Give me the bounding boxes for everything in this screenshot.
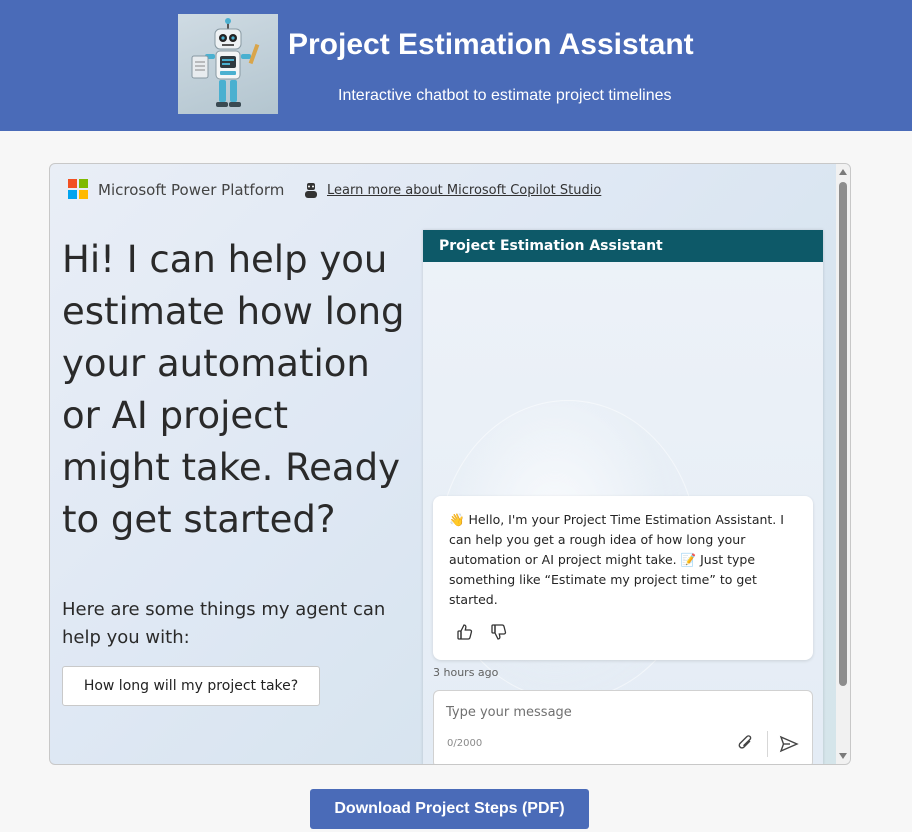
- message-composer: Type your message 0/2000: [433, 690, 813, 764]
- page-title: Project Estimation Assistant: [288, 28, 694, 61]
- frame-scrollbar[interactable]: [836, 164, 850, 764]
- chat-header-title: Project Estimation Assistant: [423, 230, 823, 262]
- paperclip-icon[interactable]: [737, 734, 755, 754]
- composer-divider: [767, 731, 768, 757]
- scroll-up-arrow-icon[interactable]: [839, 169, 847, 175]
- bot-message-text: 👋 Hello, I'm your Project Time Estimatio…: [449, 512, 784, 607]
- frame-content: Microsoft Power Platform Learn more abou…: [50, 164, 836, 764]
- message-timestamp: 3 hours ago: [433, 666, 499, 679]
- thumbs-up-icon[interactable]: [455, 622, 475, 642]
- bot-message-bubble: 👋 Hello, I'm your Project Time Estimatio…: [433, 496, 813, 660]
- character-count: 0/2000: [447, 738, 483, 749]
- embedded-agent-frame: Microsoft Power Platform Learn more abou…: [49, 163, 851, 765]
- message-input[interactable]: Type your message: [446, 705, 746, 720]
- platform-name: Microsoft Power Platform: [98, 181, 285, 199]
- scrollbar-thumb[interactable]: [839, 182, 847, 686]
- robot-icon: [178, 14, 278, 114]
- send-icon[interactable]: [779, 735, 799, 753]
- microsoft-logo-icon: [68, 179, 88, 199]
- message-reactions: [455, 622, 509, 642]
- chat-panel: Project Estimation Assistant 👋 Hello, I'…: [423, 230, 823, 764]
- thumbs-down-icon[interactable]: [489, 622, 509, 642]
- suggested-prompt-button[interactable]: How long will my project take?: [62, 666, 320, 706]
- learn-more-link[interactable]: Learn more about Microsoft Copilot Studi…: [327, 183, 601, 198]
- page-header: Project Estimation Assistant Interactive…: [0, 0, 912, 131]
- copilot-bot-icon: [304, 183, 318, 199]
- scroll-down-arrow-icon[interactable]: [839, 753, 847, 759]
- download-pdf-button[interactable]: Download Project Steps (PDF): [310, 789, 589, 829]
- hero-heading: Hi! I can help you estimate how long you…: [62, 238, 405, 541]
- page-subtitle: Interactive chatbot to estimate project …: [338, 87, 672, 104]
- helper-text: Here are some things my agent can help y…: [62, 599, 386, 648]
